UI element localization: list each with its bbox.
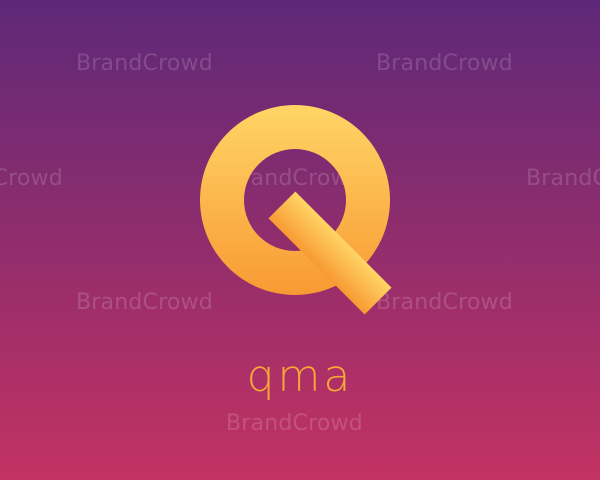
watermark: BrandCrowd xyxy=(526,166,600,191)
watermark: BrandCrowd xyxy=(76,290,213,315)
watermark: BrandCrowd xyxy=(376,51,513,76)
letter-q-icon xyxy=(200,105,392,315)
watermark: BrandCrowd xyxy=(0,166,63,191)
watermark: BrandCrowd xyxy=(76,51,213,76)
watermark: BrandCrowd xyxy=(226,411,363,436)
brand-wordmark: qma xyxy=(246,351,354,402)
logo-preview-canvas: BrandCrowd BrandCrowd BrandCrowd BrandCr… xyxy=(0,0,600,480)
